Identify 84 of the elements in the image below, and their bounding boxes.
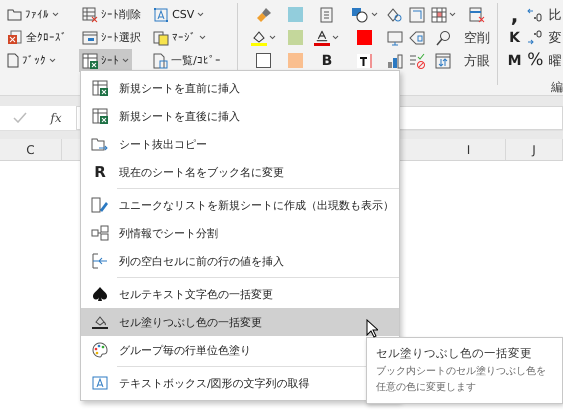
bar-chart-icon xyxy=(387,52,404,68)
decimal-decrease-icon xyxy=(527,30,544,46)
merge-icon xyxy=(153,30,170,46)
document-icon xyxy=(7,53,19,68)
ribbon-button[interactable]: 一覧/ｺﾋﾟｰ xyxy=(150,49,224,72)
menu-item[interactable]: ユニークなリストを新規シートに作成（出現数も表示） xyxy=(81,191,399,219)
close-icon xyxy=(7,30,23,46)
folder-icon xyxy=(7,8,22,21)
shapes-icon xyxy=(350,6,369,22)
column-header[interactable]: C xyxy=(0,139,62,160)
ribbon-button[interactable]: ｼｰﾄ xyxy=(79,49,132,72)
menu-item[interactable]: 列情報でシート分割 xyxy=(81,219,399,247)
fill-color-icon[interactable] xyxy=(251,30,268,46)
text-box-icon xyxy=(153,6,170,22)
sheet-icon xyxy=(92,108,108,124)
spade-icon xyxy=(91,286,109,302)
caret-icon xyxy=(269,35,276,40)
ribbon-button[interactable]: ｼｰﾄ削除 xyxy=(79,3,144,26)
split-icon xyxy=(91,225,109,241)
letter-glyph: R xyxy=(94,164,106,180)
palette-icon xyxy=(91,342,109,358)
ribbon-button[interactable]: 比 xyxy=(548,6,562,24)
menu-item[interactable]: グループ毎の行単位色塗り xyxy=(81,336,365,364)
table-icon xyxy=(430,6,447,22)
color-swatch-icon xyxy=(288,53,303,68)
ribbon-button[interactable]: 方眼 xyxy=(464,52,490,70)
menu-item[interactable]: セル塗りつぶし色の一括変更 xyxy=(81,308,399,336)
column-header[interactable]: J xyxy=(506,139,563,160)
sort-icon xyxy=(435,52,452,68)
color-swatch-icon xyxy=(288,7,303,22)
insert-arrow-icon xyxy=(91,253,109,269)
sheet-icon xyxy=(92,80,108,96)
menu-item[interactable]: 列の空白セルに前の行の値を挿入 xyxy=(81,247,399,275)
window-icon xyxy=(82,30,98,44)
function-label[interactable]: fx xyxy=(40,111,72,125)
text-box-icon xyxy=(91,375,109,391)
color-swatch-icon xyxy=(288,30,303,45)
color-swatch-icon xyxy=(356,30,372,45)
monitor-icon xyxy=(387,30,404,46)
percent-glyph[interactable]: % xyxy=(527,52,544,69)
fill-bucket-icon xyxy=(91,314,109,330)
checklist-cancel-icon xyxy=(408,52,425,68)
font-color-icon[interactable] xyxy=(314,29,330,46)
format-glyph[interactable]: M xyxy=(508,54,522,68)
tooltip-title: セル塗りつぶし色の一括変更 xyxy=(376,346,533,361)
bold-glyph[interactable]: B xyxy=(322,54,332,68)
ribbon-button[interactable]: 空削 xyxy=(464,28,490,46)
menu-item[interactable]: 新規シートを直前に挿入 xyxy=(81,74,399,102)
caret-icon xyxy=(448,12,456,17)
caret-icon xyxy=(332,35,340,40)
list-copy-icon xyxy=(153,52,168,68)
tag-icon xyxy=(408,30,425,46)
ribbon-button[interactable]: 全ｸﾛｰｽﾞ xyxy=(4,26,70,49)
group-label: 編 xyxy=(551,79,563,96)
menu-item[interactable]: R 現在のシート名をブック名に変更 xyxy=(81,158,399,186)
ribbon-button[interactable]: ﾌｧｲﾙ xyxy=(4,3,62,26)
ribbon-button[interactable]: ｼｰﾄ選択 xyxy=(79,26,144,49)
sheet-delete-icon xyxy=(82,6,98,22)
check-icon xyxy=(13,112,27,124)
paint-bucket-icon xyxy=(251,30,268,46)
frame-icon xyxy=(408,6,425,22)
menu-item[interactable]: 新規シートを直後に挿入 xyxy=(81,102,399,130)
ribbon-button[interactable]: ﾏｰｼﾞ xyxy=(150,26,210,49)
ribbon-button[interactable]: 曜 xyxy=(548,52,562,70)
ribbon-button[interactable]: CSV xyxy=(150,3,208,26)
format-glyph[interactable]: K xyxy=(509,30,520,44)
caret-icon xyxy=(370,12,378,17)
empty-square-icon xyxy=(256,53,272,68)
menu-item[interactable]: テキストボックス/図形の文字列の取得 xyxy=(81,369,365,397)
text-icon xyxy=(356,52,372,68)
list-pen-icon xyxy=(91,197,109,213)
format-glyph[interactable]: , xyxy=(510,4,518,24)
ribbon-button[interactable]: 変 xyxy=(548,28,562,46)
menu-item[interactable]: シート抜出コピー xyxy=(81,130,399,158)
list-icon xyxy=(320,6,334,22)
ribbon-button[interactable]: ﾌﾞｯｸ xyxy=(4,49,59,72)
column-header[interactable]: I xyxy=(432,139,506,160)
search-icon xyxy=(435,30,452,46)
decimal-increase-icon xyxy=(527,6,544,22)
tooltip-text: ブック内シートのセル塗りつぶし色を 任意の色に変更します xyxy=(376,364,547,395)
copy-arrow-icon xyxy=(91,136,109,152)
brush-icon xyxy=(256,6,272,22)
menu-item[interactable]: セルテキスト文字色の一括変更 xyxy=(81,280,399,308)
table-delete-icon xyxy=(468,6,485,22)
